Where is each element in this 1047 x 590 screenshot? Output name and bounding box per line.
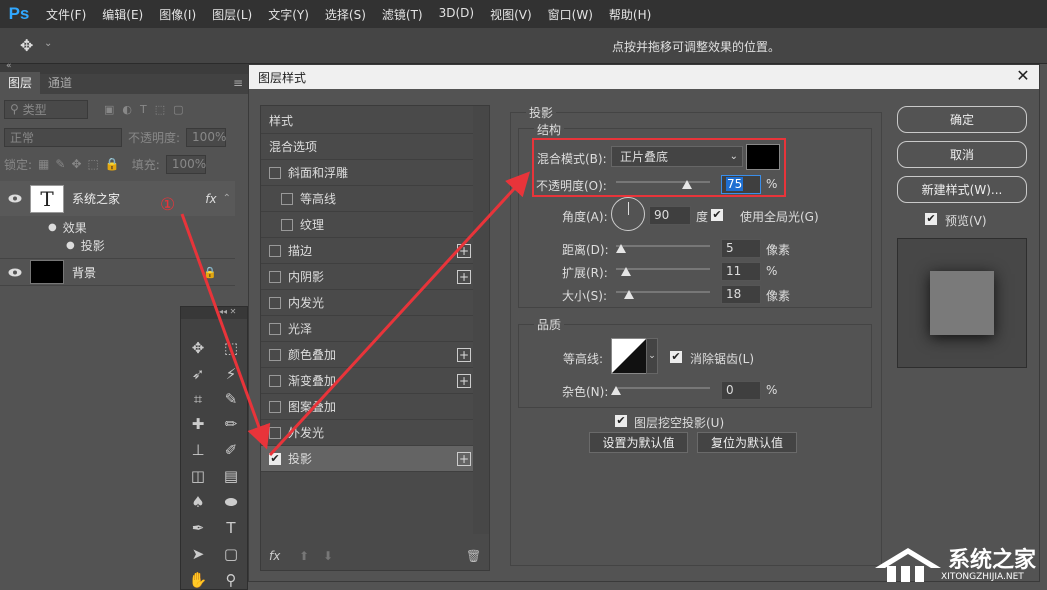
watermark-logo [873, 546, 943, 584]
arrow-to-settings [270, 178, 524, 455]
annotation-arrows [0, 0, 1047, 590]
arrow-to-drop-shadow [182, 214, 264, 441]
watermark-url: XITONGZHIJIA.NET [941, 572, 1024, 582]
watermark-text: 系统之家 [948, 542, 1036, 574]
